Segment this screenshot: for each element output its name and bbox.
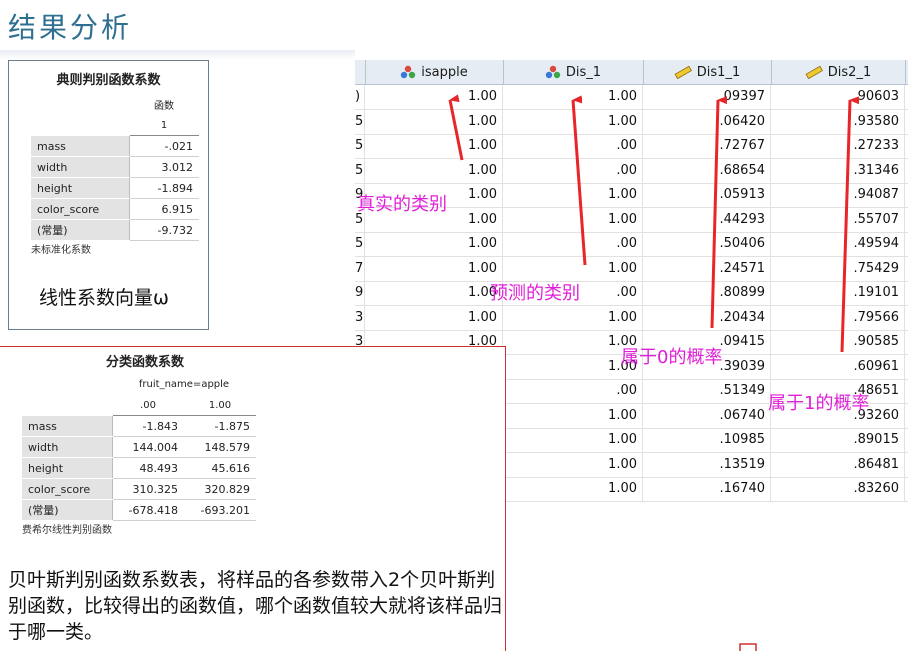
- arrow-prob-0: [710, 96, 728, 329]
- annotation-predicted-class: 预测的类别: [490, 283, 580, 304]
- arrow-predicted-class: [571, 95, 587, 266]
- annotation-prob-0: 属于0的概率: [621, 347, 723, 368]
- annotation-true-class: 真实的类别: [357, 194, 447, 215]
- arrow-true-class: [448, 94, 464, 161]
- small-red-marker: [739, 643, 757, 651]
- annotation-arrows: [448, 94, 860, 651]
- arrow-prob-1: [840, 96, 860, 353]
- annotation-prob-1: 属于1的概率: [768, 393, 870, 414]
